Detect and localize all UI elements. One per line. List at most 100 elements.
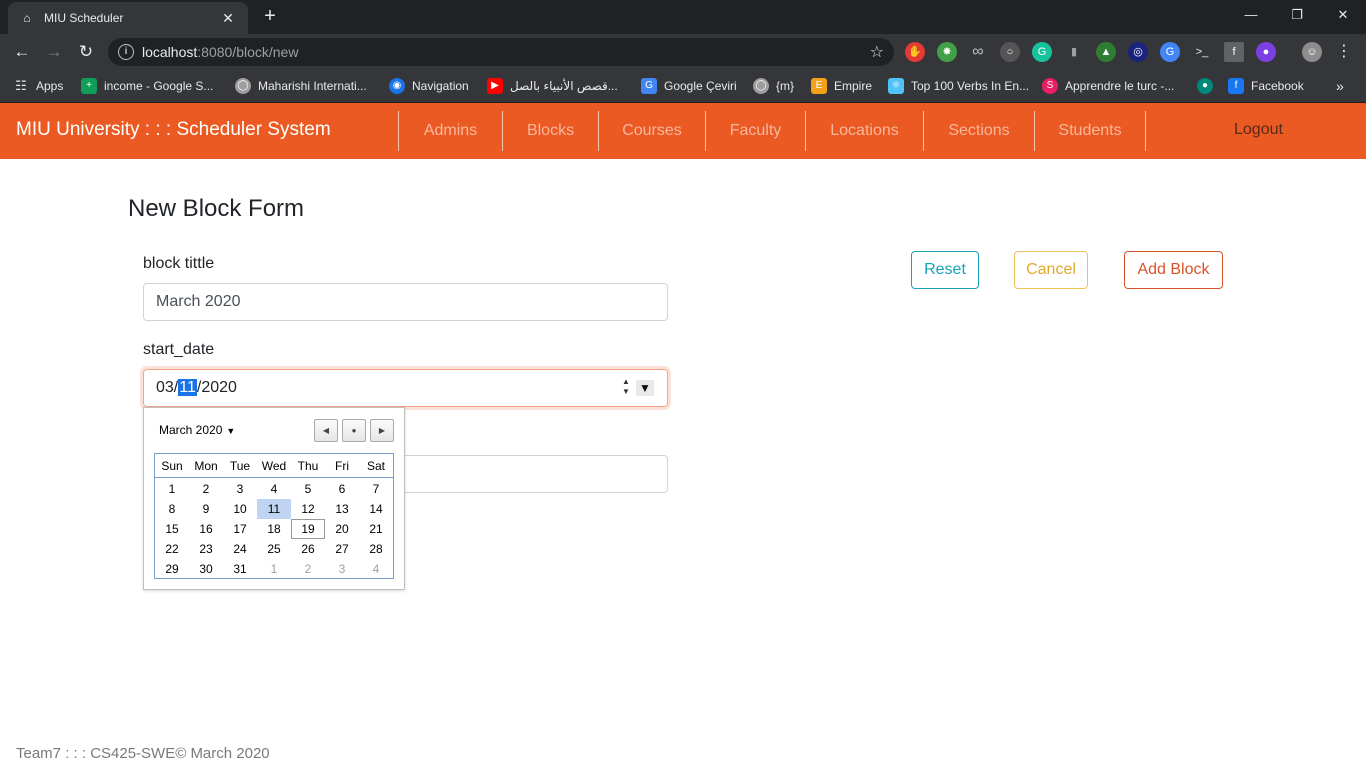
calendar-day[interactable]: 1 [257,559,291,579]
bookmark-m[interactable]: ◯ {m} [753,77,794,95]
new-tab-icon[interactable]: + [258,4,282,28]
calendar-day[interactable]: 15 [155,519,189,539]
bookmark-youtube[interactable]: ▶ قصص الأنبياء بالصل... [487,77,618,95]
empire-icon: E [811,78,827,94]
calendar-day[interactable]: 5 [291,479,325,499]
bookmark-navigation[interactable]: ◉ Navigation [389,77,469,95]
ext-adblock-icon[interactable]: ✋ [905,42,925,62]
calendar-day[interactable]: 23 [189,539,223,559]
date-year-segment[interactable]: 2020 [201,379,237,396]
bookmark-top-verbs[interactable]: ⚛ Top 100 Verbs In En... [888,77,1029,95]
bookmark-empire[interactable]: E Empire [811,77,872,95]
nav-link-courses[interactable]: Courses [598,111,705,151]
s-icon: S [1042,78,1058,94]
bookmarks-overflow-icon[interactable]: » [1336,77,1344,95]
ext-grammarly-icon[interactable]: G [1032,42,1052,62]
date-month-segment[interactable]: 03 [156,379,174,396]
profile-avatar[interactable]: ☺ [1302,42,1322,62]
logout-link[interactable]: Logout [1234,121,1283,139]
ext-purple-icon[interactable]: ● [1256,42,1276,62]
calendar-day[interactable]: 26 [291,539,325,559]
ext-ring-icon[interactable]: ◎ [1128,42,1148,62]
calendar-day[interactable]: 12 [291,499,325,519]
calendar-day[interactable]: 24 [223,539,257,559]
calendar-day[interactable]: 3 [325,559,359,579]
bookmark-teal[interactable]: ● [1197,77,1220,95]
calendar-day[interactable]: 8 [155,499,189,519]
calendar-day[interactable]: 11 [257,499,291,519]
calendar-day[interactable]: 14 [359,499,393,519]
ext-bottle-icon[interactable]: ▮ [1064,42,1084,62]
calendar-day[interactable]: 21 [359,519,393,539]
bookmark-income[interactable]: + income - Google S... [81,77,213,95]
ext-facebook-icon[interactable]: f [1224,42,1244,62]
menu-kebab-icon[interactable]: ⋮ [1334,42,1354,62]
calendar-day[interactable]: 27 [325,539,359,559]
calendar-day[interactable]: 4 [257,479,291,499]
start-date-input[interactable]: 03/11/2020 [143,369,668,407]
calendar-day[interactable]: 25 [257,539,291,559]
nav-link-blocks[interactable]: Blocks [502,111,598,151]
calendar-day[interactable]: 31 [223,559,257,579]
calendar-day[interactable]: 30 [189,559,223,579]
calendar-day[interactable]: 7 [359,479,393,499]
ext-translate-icon[interactable]: G [1160,42,1180,62]
url-text[interactable]: localhost:8080/block/new [142,44,298,60]
bookmark-apprendre[interactable]: S Apprendre le turc -... [1042,77,1174,95]
next-month-button[interactable]: ▶ [370,419,394,442]
calendar-day[interactable]: 29 [155,559,189,579]
date-day-segment[interactable]: 11 [178,379,197,396]
ext-terminal-icon[interactable]: >_ [1192,42,1212,62]
calendar-day[interactable]: 17 [223,519,257,539]
calendar-day[interactable]: 16 [189,519,223,539]
calendar-day[interactable]: 28 [359,539,393,559]
calendar-day[interactable]: 10 [223,499,257,519]
month-year-selector[interactable]: March 2020 ▼ [159,423,235,437]
back-arrow-icon[interactable]: ← [8,38,36,66]
block-title-input[interactable]: March 2020 [143,283,668,321]
bookmark-apps[interactable]: ☷ Apps [13,77,63,95]
reset-button[interactable]: Reset [911,251,979,289]
prev-month-button[interactable]: ◀ [314,419,338,442]
calendar-day[interactable]: 1 [155,479,189,499]
info-icon[interactable]: i [118,44,134,60]
date-dropdown-icon[interactable]: ▼ [636,380,654,396]
calendar-day[interactable]: 13 [325,499,359,519]
ext-tree-icon[interactable]: ▲ [1096,42,1116,62]
nav-link-students[interactable]: Students [1034,111,1146,151]
calendar-day[interactable]: 6 [325,479,359,499]
bookmark-star-icon[interactable]: ☆ [870,42,884,62]
nav-link-faculty[interactable]: Faculty [705,111,805,151]
calendar-day[interactable]: 3 [223,479,257,499]
calendar-day[interactable]: 9 [189,499,223,519]
date-spinner[interactable]: ▲ ▼ [620,377,632,399]
today-button[interactable]: ● [342,419,366,442]
window-close-icon[interactable]: ✕ [1320,0,1366,30]
calendar-day[interactable]: 19 [291,519,325,539]
browser-tab[interactable]: ⌂ MIU Scheduler ✕ [8,2,248,34]
bookmark-facebook[interactable]: f Facebook [1228,77,1304,95]
calendar-day[interactable]: 22 [155,539,189,559]
address-bar[interactable]: i localhost:8080/block/new ☆ [108,38,894,66]
nav-link-locations[interactable]: Locations [805,111,923,151]
minimize-icon[interactable]: — [1228,0,1274,30]
calendar-day[interactable]: 20 [325,519,359,539]
cancel-button[interactable]: Cancel [1014,251,1088,289]
calendar-day[interactable]: 2 [291,559,325,579]
ext-pinwheel-icon[interactable]: ✸ [937,42,957,62]
calendar-day[interactable]: 4 [359,559,393,579]
bookmark-maharishi[interactable]: ◯ Maharishi Internati... [235,77,367,95]
nav-link-admins[interactable]: Admins [398,111,502,151]
nav-link-sections[interactable]: Sections [923,111,1034,151]
ext-circle-icon[interactable]: ○ [1000,42,1020,62]
bookmark-google-ceviri[interactable]: G Google Çeviri [641,77,737,95]
add-block-button[interactable]: Add Block [1124,251,1223,289]
calendar-day[interactable]: 2 [189,479,223,499]
close-tab-icon[interactable]: ✕ [220,10,236,27]
forward-arrow-icon[interactable]: → [40,38,68,66]
calendar-day[interactable]: 18 [257,519,291,539]
restore-icon[interactable]: ❐ [1274,0,1320,30]
ext-infinity-icon[interactable]: ∞ [968,42,988,62]
brand-title[interactable]: MIU University : : : Scheduler System [16,119,331,141]
reload-icon[interactable]: ↻ [72,38,100,66]
